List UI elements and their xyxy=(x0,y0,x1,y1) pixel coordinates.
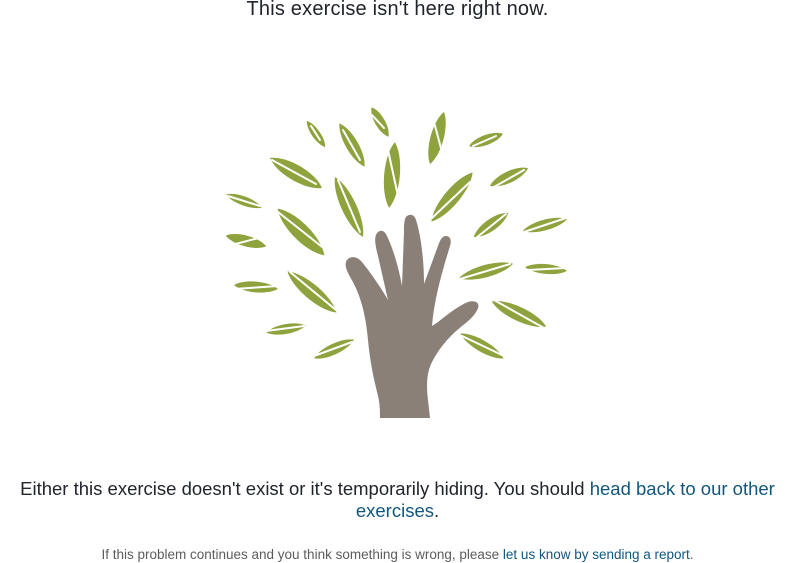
footer-period: . xyxy=(689,547,694,562)
page-title: This exercise isn't here right now. xyxy=(246,0,549,20)
tree-hand-icon xyxy=(224,104,569,418)
not-found-message: Either this exercise doesn't exist or it… xyxy=(0,478,795,522)
leaf-icon xyxy=(423,110,451,166)
leaf-icon xyxy=(381,141,403,209)
footer-text: If this problem continues and you think … xyxy=(101,547,503,562)
message-period: . xyxy=(434,500,440,521)
send-report-link[interactable]: let us know by sending a report xyxy=(503,547,690,562)
leaf-icon xyxy=(367,104,393,140)
leaf-icon xyxy=(271,202,331,262)
report-prompt: If this problem continues and you think … xyxy=(0,547,795,563)
message-text: Either this exercise doesn't exist or it… xyxy=(20,478,590,499)
hand-trunk-icon xyxy=(345,214,479,418)
